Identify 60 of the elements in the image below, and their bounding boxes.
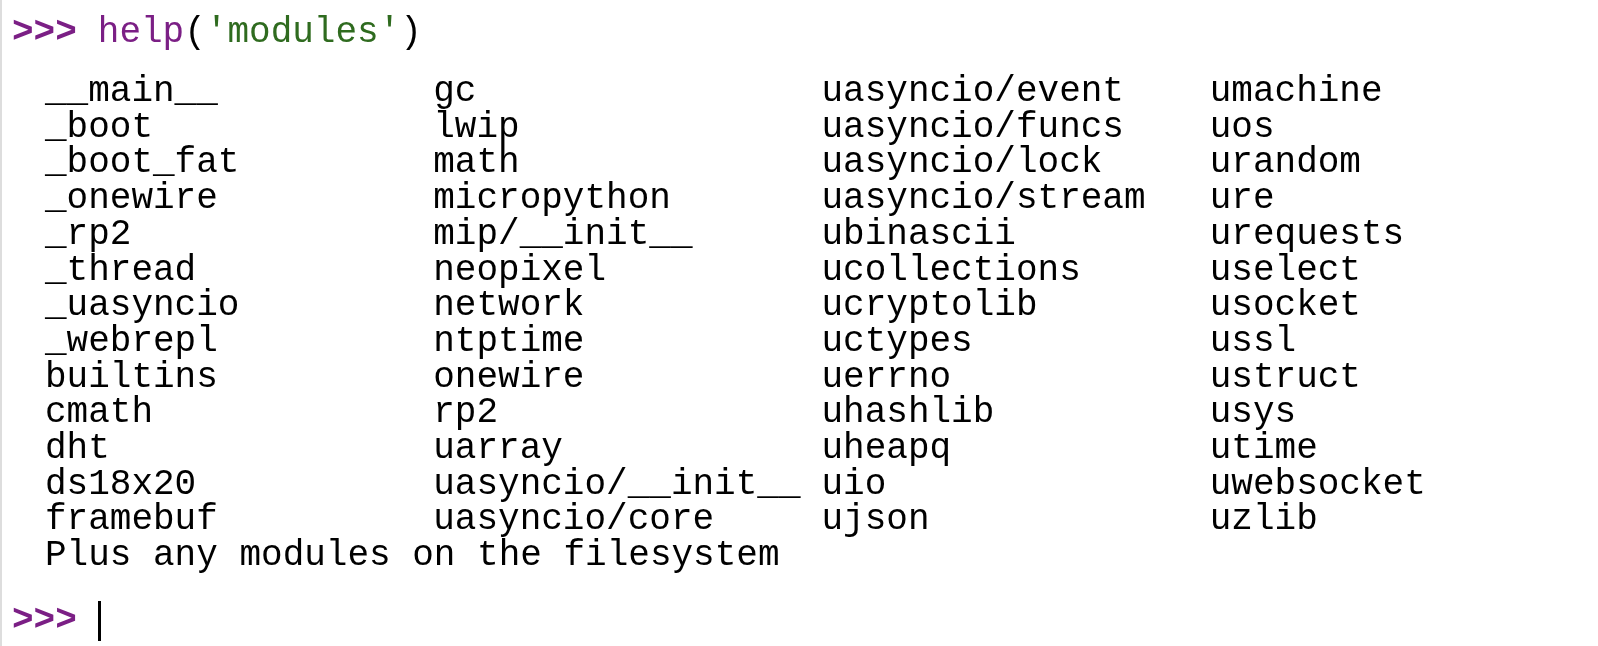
code-token: 'modules'	[205, 15, 401, 51]
module-name: uzlib	[1209, 502, 1319, 539]
module-name: cmath	[45, 395, 155, 432]
text-cursor[interactable]	[97, 600, 101, 641]
module-name: ujson	[821, 502, 931, 539]
module-name: mip/__init__	[433, 216, 694, 253]
module-name: _thread	[45, 252, 197, 289]
module-name: ure	[1209, 181, 1276, 217]
module-name: _webrepl	[45, 323, 218, 360]
module-name: _boot_fat	[45, 145, 241, 182]
module-name: neopixel	[433, 252, 607, 289]
code-token: (	[184, 15, 206, 51]
module-name: ubinascii	[821, 216, 1016, 253]
module-name: uasyncio/__init__	[433, 466, 802, 503]
prompt-marker: >>>	[12, 15, 77, 51]
module-name: uarray	[433, 431, 563, 467]
module-name: uhashlib	[821, 395, 996, 432]
module-name: ntptime	[433, 323, 586, 360]
module-name: gc	[433, 74, 477, 110]
module-name: math	[433, 145, 520, 182]
module-name: utime	[1209, 431, 1318, 467]
module-name: uos	[1209, 109, 1275, 146]
module-name: uerrno	[821, 359, 952, 396]
module-name: uasyncio/stream	[821, 181, 1147, 217]
module-name: urandom	[1209, 145, 1362, 182]
module-name: usys	[1209, 395, 1297, 432]
module-name: ustruct	[1209, 359, 1362, 396]
module-name: ucollections	[821, 252, 1082, 289]
module-name: _rp2	[45, 216, 132, 253]
module-name: micropython	[433, 181, 671, 217]
module-name: dht	[45, 431, 110, 467]
module-name: uasyncio/event	[821, 74, 1125, 110]
module-name: urequests	[1209, 216, 1406, 253]
module-name: uselect	[1209, 252, 1361, 289]
module-name: ds18x20	[45, 466, 197, 503]
module-name: framebuf	[45, 502, 219, 539]
module-name: network	[433, 288, 585, 324]
module-name: uasyncio/lock	[821, 145, 1103, 182]
module-name: _boot	[45, 109, 154, 146]
module-name: uio	[821, 466, 887, 503]
module-name: rp2	[433, 395, 500, 432]
module-name: uwebsocket	[1209, 466, 1427, 503]
module-name: _uasyncio	[45, 288, 241, 324]
module-name: _onewire	[45, 181, 219, 217]
code-token: help	[97, 15, 185, 51]
prompt-marker: >>>	[12, 602, 77, 639]
module-name: onewire	[433, 359, 586, 396]
module-name: uasyncio/funcs	[821, 109, 1125, 146]
module-name: uheapq	[821, 431, 953, 467]
module-name: usocket	[1209, 288, 1362, 324]
code-token: )	[400, 15, 422, 51]
module-name: lwip	[433, 109, 521, 146]
module-name: umachine	[1209, 74, 1384, 110]
module-name: ussl	[1209, 323, 1298, 360]
module-name: builtins	[45, 359, 219, 396]
module-name: uctypes	[821, 323, 973, 360]
module-name: __main__	[45, 74, 219, 110]
output-note: Plus any modules on the filesystem	[45, 538, 781, 574]
module-name: ucryptolib	[821, 288, 1039, 324]
module-name: uasyncio/core	[433, 502, 715, 539]
